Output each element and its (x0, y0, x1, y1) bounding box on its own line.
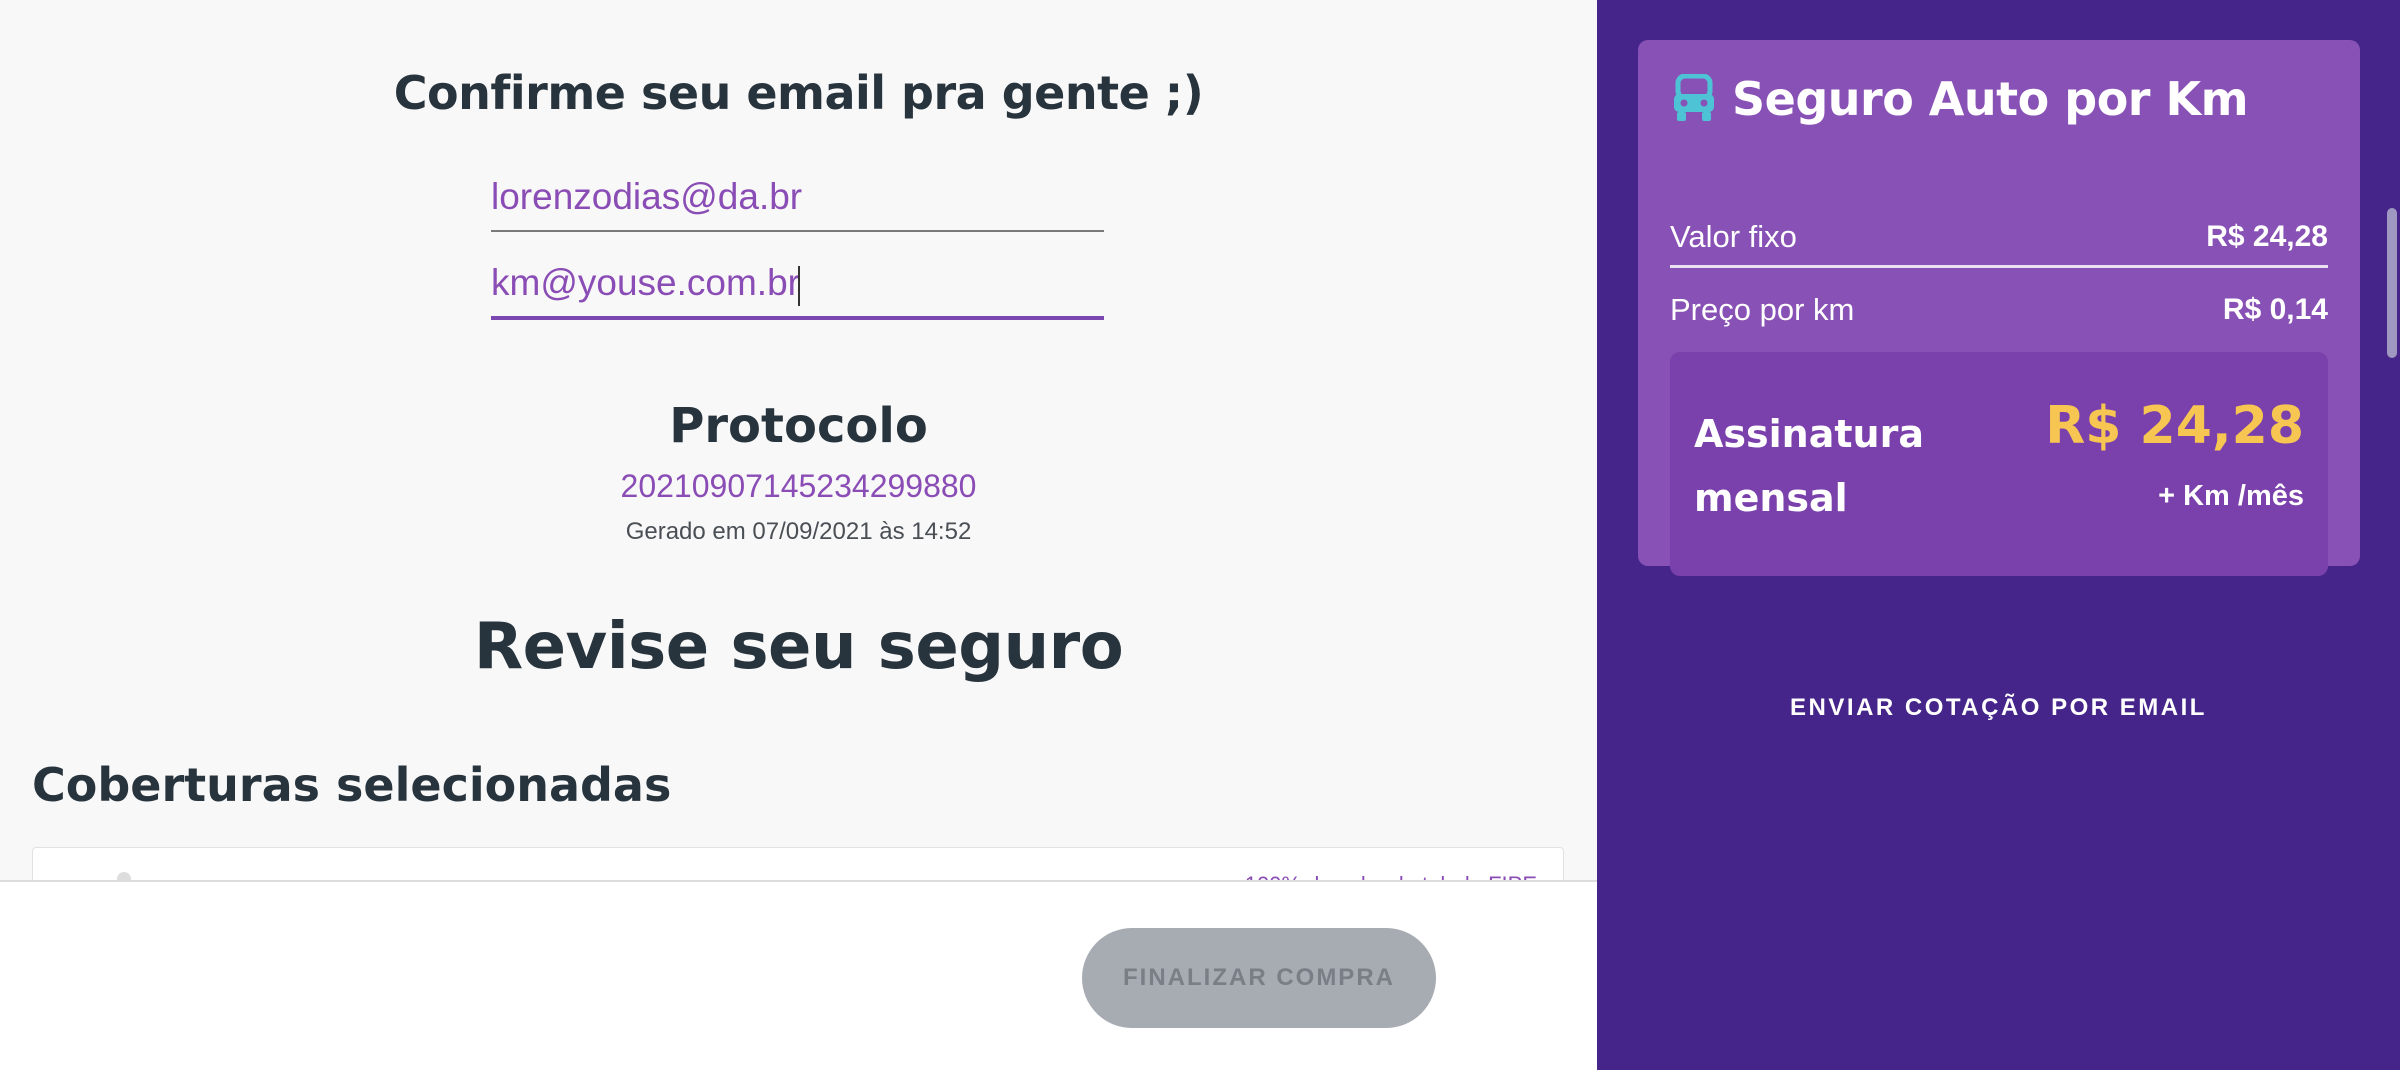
car-icon (1674, 74, 1714, 121)
fixed-value-amount: R$ 24,28 (2206, 219, 2328, 253)
subscription-unit: + Km /mês (2158, 480, 2304, 512)
protocol-title: Protocolo (669, 398, 928, 454)
email-confirm-field-wrapper (491, 262, 1104, 320)
protocol-generated-date: Gerado em 07/09/2021 às 14:52 (625, 518, 972, 545)
price-per-km-row: Preço por km R$ 0,14 (1670, 280, 2328, 340)
finish-purchase-button[interactable]: FINALIZAR COMPRA (1082, 928, 1436, 1028)
summary-title: Seguro Auto por Km (1732, 72, 2249, 126)
price-per-km-label: Preço por km (1670, 292, 1855, 327)
coverages-title: Coberturas selecionadas (32, 758, 672, 812)
price-per-km-amount: R$ 0,14 (2222, 293, 2328, 326)
protocol-number: 20210907145234299880 (620, 468, 977, 504)
main-content: Confirme seu email pra gente ;) Protocol… (0, 0, 1597, 1070)
quote-sidebar: Seguro Auto por Km Valor fixo R$ 24,28 P… (1597, 0, 2400, 1070)
monthly-subscription-box: Assinatura mensal R$ 24,28 + Km /mês (1670, 352, 2328, 576)
email-field[interactable] (491, 176, 1104, 230)
review-title: Revise seu seguro (473, 610, 1124, 684)
subscription-label: Assinatura mensal (1694, 412, 1924, 520)
subscription-price: R$ 24,28 (2045, 396, 2304, 456)
quote-summary-card: Seguro Auto por Km Valor fixo R$ 24,28 P… (1638, 40, 2360, 576)
send-quote-email-button[interactable]: ENVIAR COTAÇÃO POR EMAIL (1597, 694, 2400, 722)
fixed-value-label: Valor fixo (1670, 218, 1797, 254)
scrollbar-thumb[interactable] (2387, 208, 2397, 358)
footer-bar: FINALIZAR COMPRA (0, 880, 1597, 1070)
text-caret (798, 266, 800, 306)
confirm-email-title: Confirme seu email pra gente ;) (393, 66, 1204, 120)
fixed-value-row: Valor fixo R$ 24,28 (1670, 208, 2328, 268)
email-field-wrapper (491, 176, 1104, 232)
summary-header: Seguro Auto por Km (1672, 72, 2249, 126)
